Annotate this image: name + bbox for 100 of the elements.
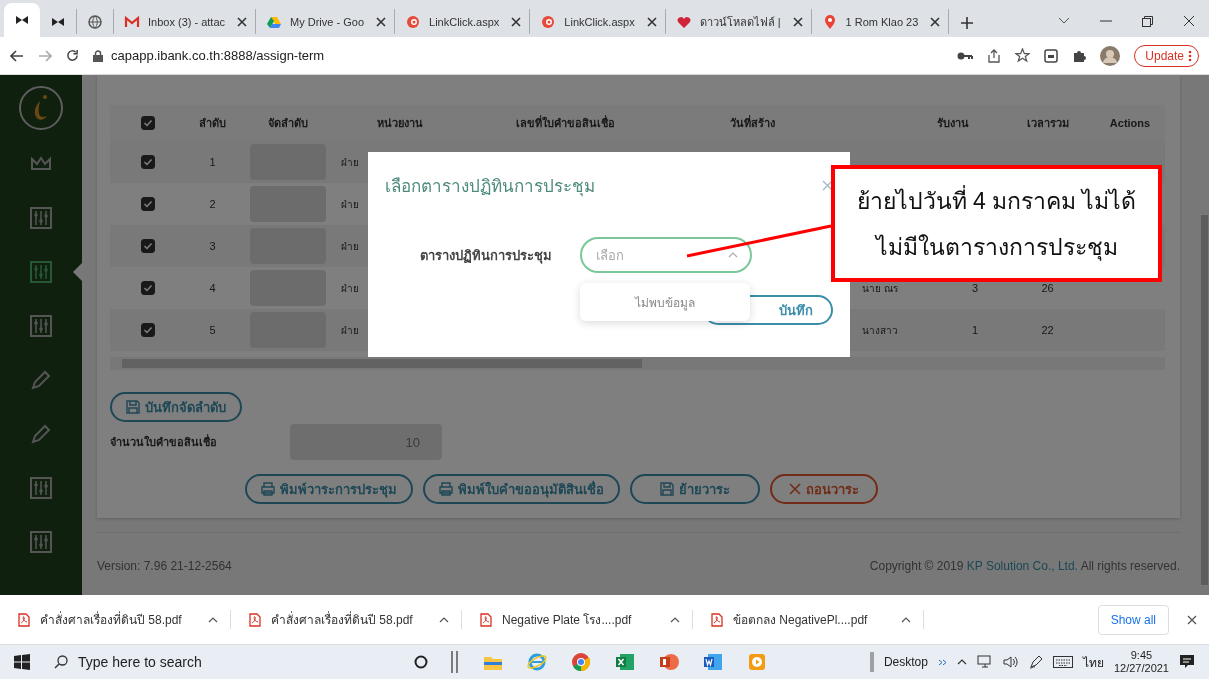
cortana-circle-icon[interactable] [414,655,428,669]
show-all-button[interactable]: Show all [1097,604,1169,635]
scrollbar-thumb[interactable] [1201,215,1208,585]
reload-icon[interactable] [66,49,79,62]
checkmark-icon [141,240,154,252]
table-cell-text: ฝ่าย [341,155,359,170]
checkbox[interactable] [140,197,155,211]
close-icon[interactable] [646,16,657,27]
document-icon[interactable] [702,651,724,673]
field-label: จำนวนใบคำขอสินเชื่อ [110,433,218,450]
desktop-toolbar-label[interactable]: Desktop [883,655,928,669]
caret-icon[interactable] [956,659,967,665]
close-icon[interactable] [237,16,248,27]
chevron-down-icon[interactable] [1058,17,1070,25]
caret-icon[interactable] [208,616,218,623]
table-cell: 5 [209,324,216,336]
update-button[interactable]: Update [1134,44,1199,67]
download-item[interactable]: คำสั่งศาลเรื่องที่ดินปี 58.pdf [271,610,429,629]
checkmark-icon [141,282,154,294]
restore-icon[interactable] [1142,15,1153,27]
column-header: วันที่สร้าง [730,114,775,131]
notification-icon[interactable] [1179,654,1195,670]
clock-time[interactable]: 9:45 [1130,649,1153,662]
cross-icon [789,483,801,495]
caret-icon[interactable] [439,616,449,623]
language-indicator[interactable]: ไทย [1082,652,1104,672]
search-icon [54,655,68,669]
table-cell: 4 [209,282,216,294]
star-icon[interactable] [1015,48,1031,63]
round-browser-icon[interactable] [570,651,592,673]
caret-icon [728,252,738,258]
pdf-file-icon [249,612,261,627]
double-chevron-icon[interactable] [937,658,947,666]
network-icon[interactable] [976,655,993,669]
browser-tab[interactable]: ดาวน์โหลดไฟล์ | [665,9,812,34]
e-browser-icon[interactable] [526,651,548,673]
checkbox[interactable] [140,323,155,337]
swirl-icon [540,13,557,30]
table-cell: 2 [209,198,216,210]
toolbar-divider-icon [869,652,874,672]
windows-logo-icon[interactable] [14,654,30,670]
close-icon[interactable] [511,16,522,27]
download-item[interactable]: คำสั่งศาลเรื่องที่ดินปี 58.pdf [40,610,198,629]
logo-icon [18,85,64,131]
browser-tab[interactable]: LinkClick.aspx [395,9,531,34]
checkbox[interactable] [140,239,155,253]
caret-icon[interactable] [670,616,680,623]
table-cell-text: ฝ่าย [341,197,359,212]
search-field[interactable]: Type here to search [44,654,294,670]
clock-date[interactable]: 12/27/2021 [1113,662,1169,675]
table-cell-text: นาย ณร [862,281,898,296]
address-field[interactable]: capapp.ibank.co.th:8888/assign-term [111,48,325,63]
pdf-file-icon [480,612,492,627]
close-icon[interactable] [1187,614,1197,625]
extension-box-icon[interactable] [1044,48,1059,63]
share-icon[interactable] [987,48,1002,63]
browser-tab[interactable]: My Drive - Goo [256,9,395,34]
globe-icon [87,13,103,30]
active-pointer [73,263,82,281]
printer-icon [439,482,453,496]
pen-icon[interactable] [1028,655,1043,669]
column-header: Actions [1109,117,1151,129]
volume-icon[interactable] [1002,655,1019,669]
presentation-icon[interactable] [658,651,680,673]
keyboard-icon[interactable] [1052,656,1073,668]
printer-icon [261,482,275,496]
column-header: รับงาน [936,116,969,131]
dropdown-menu: ไม่พบข้อมูล [580,283,750,321]
lock-icon[interactable] [93,49,103,62]
browser-tab[interactable]: 1 Rom Klao 23 [811,9,950,34]
table-cell-text: นางสาว [862,323,898,338]
checkmark-icon [141,156,154,168]
browser-tab[interactable]: Inbox (3) - attac [114,9,257,34]
download-item[interactable]: ข้อตกลง NegativePl....pdf [733,610,891,629]
checkbox[interactable] [140,116,155,130]
close-icon[interactable] [792,16,803,27]
key-icon[interactable] [957,50,974,61]
browser-tab[interactable]: LinkClick.aspx [530,9,666,34]
avatar-icon[interactable] [1100,45,1121,66]
browser-tab[interactable] [4,3,40,37]
column-header: เลขที่ใบคำขอสินเชื่อ [515,114,615,131]
close-icon[interactable] [930,16,941,27]
table-cell: 26 [1041,282,1054,294]
horizontal-scrollbar[interactable] [110,357,1165,370]
checkbox[interactable] [140,155,155,169]
column-header: ลำดับ [199,116,226,131]
plus-icon[interactable] [961,17,974,29]
spreadsheet-icon[interactable] [614,651,636,673]
table-cell-text: ฝ่าย [341,239,359,254]
download-item[interactable]: Negative Plate โรง....pdf [502,610,660,629]
field-label: ตารางปฏิทินการประชุม [420,246,552,266]
back-arrow-icon[interactable] [10,49,24,62]
close-icon[interactable] [376,16,386,27]
checkbox[interactable] [140,281,155,295]
caret-icon[interactable] [901,616,911,623]
task-view-icon[interactable] [450,651,460,673]
close-icon[interactable] [1183,15,1195,27]
copyright-text: Copyright © 2019 KP Solution Co., Ltd. All rights reserved. [869,559,1180,573]
puzzle-icon[interactable] [1072,48,1087,63]
mail-icon [124,13,140,30]
